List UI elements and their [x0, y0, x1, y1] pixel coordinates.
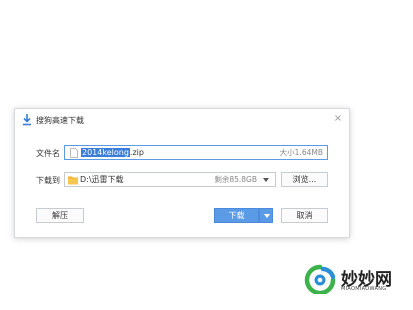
watermark-subtitle: MIAOMIAOWANG [341, 286, 387, 292]
browse-button[interactable]: 浏览... [281, 172, 328, 187]
file-icon [70, 148, 78, 158]
folder-icon [68, 176, 78, 185]
dropdown-arrow-icon [264, 214, 270, 218]
download-arrow-icon [23, 114, 31, 126]
destination-label: 下载到 [36, 176, 60, 185]
free-space: 剩余85.8GB [214, 175, 257, 184]
filename-input[interactable]: 2014kelong.zip 大小1.64MB [64, 145, 328, 160]
destination-path: D:\迅雷下载 [80, 175, 124, 184]
download-dialog: 搜狗高速下载 × 文件名 2014kelong.zip 大小1.64MB 下载到… [14, 108, 350, 238]
file-size: 大小1.64MB [279, 148, 323, 157]
download-button[interactable]: 下载 [214, 208, 259, 223]
dialog-titlebar[interactable]: 搜狗高速下载 × [15, 109, 349, 131]
close-icon[interactable]: × [333, 114, 343, 124]
cancel-button[interactable]: 取消 [281, 208, 328, 223]
chevron-down-icon[interactable] [263, 178, 269, 182]
destination-path-dropdown[interactable]: D:\迅雷下载 剩余85.8GB [64, 172, 276, 187]
extract-button[interactable]: 解压 [36, 208, 84, 223]
download-options-button[interactable] [259, 208, 273, 223]
filename-text: 2014kelong.zip [81, 147, 144, 158]
dialog-title: 搜狗高速下载 [36, 116, 84, 125]
filename-selection: 2014kelong [81, 148, 130, 157]
miaomiao-logo-icon [304, 264, 336, 294]
filename-extension: .zip [129, 148, 144, 157]
filename-label: 文件名 [36, 149, 60, 158]
